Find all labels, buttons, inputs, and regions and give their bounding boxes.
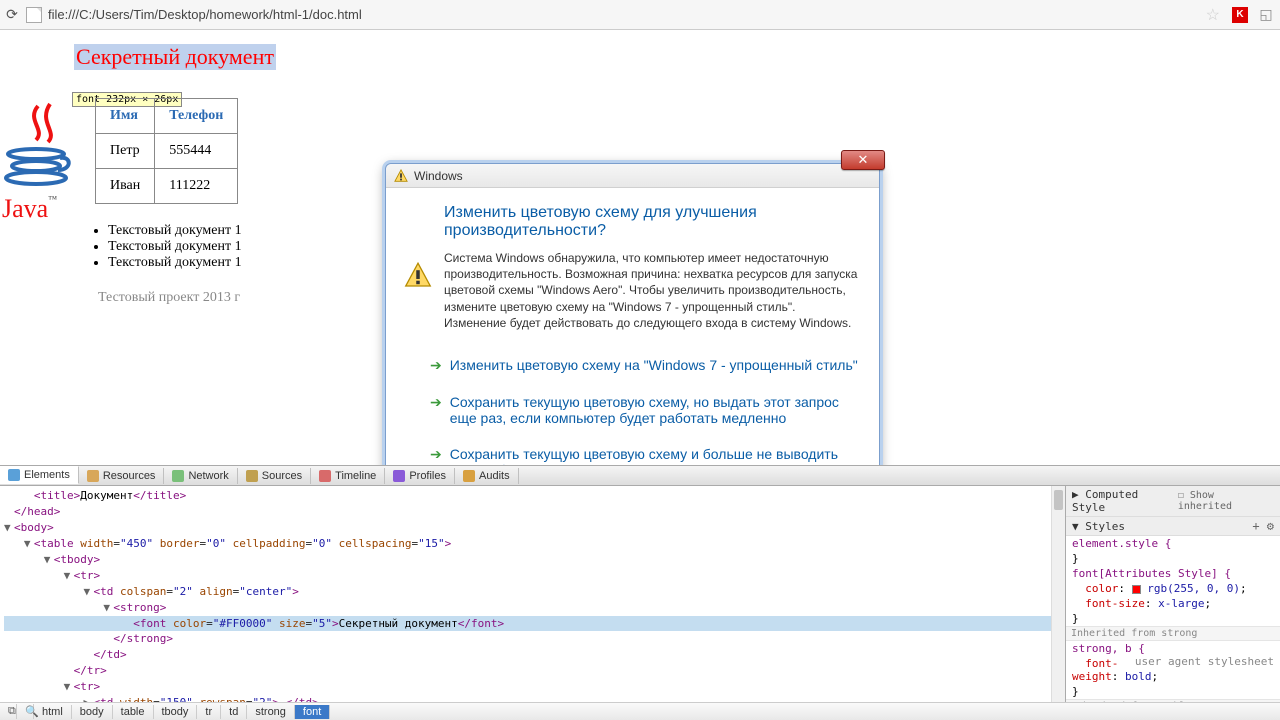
list-item: Текстовый документ 1 <box>108 255 242 271</box>
warning-icon <box>394 169 408 183</box>
java-logo: Java™ <box>2 108 87 224</box>
warning-icon <box>404 204 432 347</box>
dom-node[interactable]: <font color="#FF0000" size="5">Секретный… <box>4 616 1061 632</box>
dialog-titlebar[interactable]: Windows ✕ <box>386 164 879 188</box>
tab-audits[interactable]: Audits <box>455 468 519 484</box>
crumb[interactable]: body <box>72 705 113 719</box>
breadcrumb: ⧉ 🔍 html body table tbody tr td strong f… <box>0 702 1280 720</box>
search-icon[interactable]: 🔍 <box>17 704 34 719</box>
data-table: ИмяТелефон Петр555444 Иван111222 <box>95 98 238 204</box>
tab-resources[interactable]: Resources <box>79 468 165 484</box>
tab-network[interactable]: Network <box>164 468 237 484</box>
dom-node[interactable]: <title>Документ</title> <box>4 488 1061 504</box>
style-rule[interactable]: element.style { <box>1066 536 1280 551</box>
dom-node[interactable]: ▼<td colspan="2" align="center"> <box>4 584 1061 600</box>
table-header: Имя <box>96 99 155 134</box>
extension-icon[interactable]: ◱ <box>1258 7 1274 23</box>
dom-node[interactable]: </strong> <box>4 631 1061 647</box>
dom-node[interactable]: ▼<strong> <box>4 600 1061 616</box>
crumb[interactable]: html <box>34 705 72 719</box>
dom-node[interactable]: ▼<tr> <box>4 568 1061 584</box>
kaspersky-icon[interactable]: K <box>1232 7 1248 23</box>
table-header: Телефон <box>155 99 238 134</box>
arrow-right-icon: ➔ <box>430 357 442 374</box>
arrow-right-icon: ➔ <box>430 394 442 426</box>
dialog-option-keep-ask-again[interactable]: ➔Сохранить текущую цветовую схему, но вы… <box>404 384 861 436</box>
dom-node[interactable]: ▶<td width="150" rowspan="2">…</td> <box>4 695 1061 702</box>
dom-node[interactable]: ▼<tbody> <box>4 552 1061 568</box>
page-title: Секретный документ <box>74 44 276 70</box>
crumb[interactable]: tbody <box>154 705 198 719</box>
tab-profiles[interactable]: Profiles <box>385 468 455 484</box>
dom-node[interactable]: ▼<tr> <box>4 679 1061 695</box>
tab-timeline[interactable]: Timeline <box>311 468 385 484</box>
scrollbar[interactable] <box>1051 486 1065 702</box>
devtools: Elements Resources Network Sources Timel… <box>0 465 1280 720</box>
crumb[interactable]: tr <box>197 705 221 719</box>
table-row: Петр555444 <box>96 134 238 169</box>
dialog-title: Windows <box>414 169 463 183</box>
crumb[interactable]: strong <box>247 705 295 719</box>
crumb[interactable]: font <box>295 705 330 719</box>
address-bar: ⟳ ☆ K ◱ <box>0 0 1280 30</box>
close-button[interactable]: ✕ <box>841 150 885 170</box>
footer-text: Тестовый проект 2013 г <box>98 290 240 306</box>
document-list: Текстовый документ 1 Текстовый документ … <box>108 223 242 271</box>
dom-node[interactable]: ▼<body> <box>4 520 1061 536</box>
dom-node[interactable]: ▼<table width="450" border="0" cellpaddi… <box>4 536 1061 552</box>
styles-panel: ▶ Computed Style☐ Show inherited ▼ Style… <box>1065 486 1280 702</box>
dom-node[interactable]: </td> <box>4 647 1061 663</box>
dialog-heading: Изменить цветовую схему для улучшения пр… <box>444 204 861 240</box>
styles-header[interactable]: ▼ Styles+ ⚙ <box>1066 517 1280 536</box>
page-icon <box>26 7 42 23</box>
dom-node[interactable]: </tr> <box>4 663 1061 679</box>
style-rule[interactable]: font[Attributes Style] { <box>1066 566 1280 581</box>
devtools-tabs: Elements Resources Network Sources Timel… <box>0 466 1280 486</box>
tab-sources[interactable]: Sources <box>238 468 311 484</box>
dialog-option-change-scheme[interactable]: ➔Изменить цветовую схему на "Windows 7 -… <box>404 347 861 384</box>
close-icon: ✕ <box>858 152 869 168</box>
reload-icon[interactable]: ⟳ <box>4 7 20 23</box>
tab-elements[interactable]: Elements <box>0 466 79 484</box>
list-item: Текстовый документ 1 <box>108 239 242 255</box>
url-input[interactable] <box>48 7 1196 22</box>
computed-style-header[interactable]: ▶ Computed Style☐ Show inherited <box>1066 486 1280 517</box>
dialog-description: Система Windows обнаружила, что компьюте… <box>444 250 861 331</box>
list-item: Текстовый документ 1 <box>108 223 242 239</box>
crumb[interactable]: table <box>113 705 154 719</box>
dom-node[interactable]: </head> <box>4 504 1061 520</box>
dock-icon[interactable]: ⧉ <box>0 704 17 719</box>
crumb[interactable]: td <box>221 705 247 719</box>
table-row: Иван111222 <box>96 169 238 204</box>
dom-tree[interactable]: <title>Документ</title> </head>▼<body> ▼… <box>0 486 1065 702</box>
bookmark-icon[interactable]: ☆ <box>1202 5 1224 25</box>
